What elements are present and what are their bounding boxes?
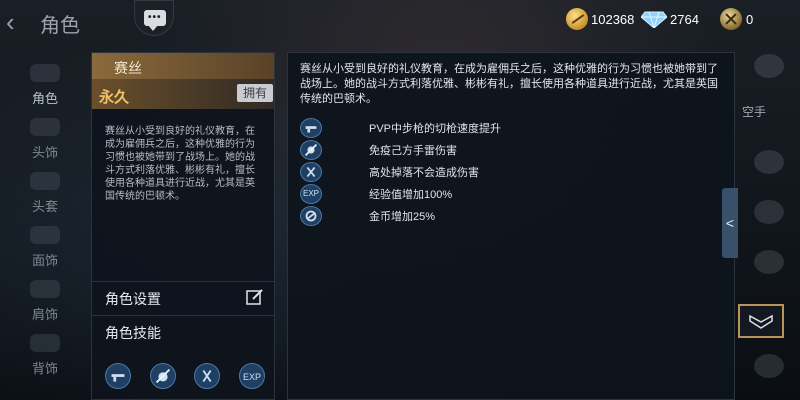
- duration-label: 永久: [99, 89, 130, 106]
- settings-label: 角色设置: [105, 291, 161, 307]
- equipment-icon: [754, 150, 784, 174]
- chat-dots: •••: [148, 12, 162, 23]
- character-description: 赛丝从小受到良好的礼仪教育，在成为雇佣兵之后，这种优雅的行为习惯也被她带到了战场…: [105, 126, 255, 202]
- character-detail-panel: 赛丝从小受到良好的礼仪教育，在成为雇佣兵之后，这种优雅的行为习惯也被她带到了战场…: [287, 52, 735, 400]
- right-slot-item-4[interactable]: [738, 348, 800, 384]
- role-icon: [30, 64, 60, 82]
- nav-item-shoulder[interactable]: 肩饰: [18, 280, 72, 328]
- nav-item-role[interactable]: 角色: [18, 64, 72, 112]
- gold-coin-icon: [566, 8, 588, 30]
- skills-label: 角色技能: [105, 325, 161, 341]
- owned-badge: 拥有: [237, 84, 273, 102]
- unarmed-label: 空手: [742, 105, 767, 119]
- nav-item-headwear[interactable]: 头饰: [18, 118, 72, 166]
- skill-text: 免疫己方手雷伤害: [369, 145, 457, 157]
- skill-row: 免疫己方手雷伤害: [300, 139, 720, 161]
- skill-text: PVP中步枪的切枪速度提升: [369, 123, 502, 135]
- right-slot-weapon[interactable]: [738, 48, 800, 84]
- diamond-icon: [641, 11, 667, 28]
- shoulder-icon: [30, 280, 60, 298]
- gun-skill-icon: [300, 118, 322, 138]
- skill-row: 金币增加25%: [300, 205, 720, 227]
- nav-label: 肩饰: [31, 307, 58, 322]
- skill-list: PVP中步枪的切枪速度提升 免疫己方手雷伤害 高处掉落不会造成伤害 EXP 经验…: [300, 117, 720, 227]
- page-title: 角色: [40, 15, 80, 37]
- nav-label: 面饰: [31, 253, 58, 268]
- gold-amount: 102368: [591, 11, 635, 27]
- right-slot-selected[interactable]: [738, 304, 784, 338]
- character-skills-row: 角色技能: [92, 315, 274, 345]
- nav-label: 头套: [31, 199, 58, 214]
- backpack-icon: [30, 334, 60, 352]
- top-bar: ‹ 角色 ••• 102368 2764 0: [0, 0, 800, 44]
- nav-item-back[interactable]: 背饰: [18, 334, 72, 382]
- gun-skill-icon[interactable]: [105, 363, 131, 389]
- diamond-amount: 2764: [670, 11, 699, 27]
- character-settings-row[interactable]: 角色设置: [92, 281, 274, 311]
- right-slot-item-2[interactable]: [738, 194, 800, 230]
- back-button[interactable]: ‹: [6, 8, 36, 38]
- face-mask-icon: [30, 226, 60, 244]
- right-slot-item-1[interactable]: [738, 144, 800, 180]
- skill-icon-row: EXP: [105, 363, 265, 391]
- fall-immune-icon[interactable]: [194, 363, 221, 389]
- gold-currency[interactable]: 102368: [566, 8, 634, 30]
- right-slot-item-3[interactable]: [738, 244, 800, 280]
- headwear-icon: [30, 118, 60, 136]
- ammo-amount: 0: [746, 11, 754, 27]
- character-card: 赛丝 永久 拥有 赛丝从小受到良好的礼仪教育，在成为雇佣兵之后，这种优雅的行为习…: [91, 52, 275, 400]
- mask-icon: [749, 314, 773, 329]
- exp-boost-icon[interactable]: EXP: [238, 363, 265, 389]
- crossed-bullets-icon: [720, 8, 742, 30]
- weapon-icon: [754, 54, 784, 78]
- card-ownership-row: 永久 拥有: [92, 79, 274, 109]
- edit-icon[interactable]: [246, 288, 264, 306]
- skill-text: 金币增加25%: [369, 211, 436, 223]
- mine-immune-icon: [300, 140, 322, 160]
- chat-button[interactable]: •••: [134, 0, 174, 36]
- left-category-nav: 角色 头饰 头套 面饰 肩饰 背饰: [0, 56, 90, 400]
- diamond-currency[interactable]: 2764: [641, 8, 699, 30]
- skill-row: EXP 经验值增加100%: [300, 183, 720, 205]
- nav-item-hood[interactable]: 头套: [18, 172, 72, 220]
- fall-immune-icon: [300, 162, 322, 182]
- detail-description: 赛丝从小受到良好的礼仪教育，在成为雇佣兵之后，这种优雅的行为习惯也被她带到了战场…: [300, 63, 718, 105]
- skill-text: 高处掉落不会造成伤害: [369, 167, 479, 179]
- right-equipment-strip: 空手: [738, 44, 800, 400]
- nav-label: 头饰: [31, 145, 58, 160]
- equipment-icon: [754, 250, 784, 274]
- mine-immune-icon[interactable]: [149, 363, 176, 389]
- skill-row: 高处掉落不会造成伤害: [300, 161, 720, 183]
- ammo-currency[interactable]: 0: [720, 8, 753, 30]
- card-header: 赛丝: [92, 53, 274, 79]
- panel-collapse-tab[interactable]: <: [722, 188, 738, 258]
- equipment-icon: [754, 354, 784, 378]
- equipment-icon: [754, 200, 784, 224]
- right-slot-unarmed[interactable]: 空手: [738, 94, 800, 130]
- back-arrow-icon: ‹: [6, 7, 15, 37]
- chevron-left-icon: <: [725, 215, 735, 231]
- exp-glyph: EXP: [302, 189, 319, 198]
- character-name: 赛丝: [114, 60, 142, 76]
- exp-glyph: EXP: [242, 372, 261, 382]
- nav-label: 角色: [31, 91, 58, 106]
- skill-text: 经验值增加100%: [369, 189, 453, 201]
- exp-boost-icon: EXP: [300, 184, 322, 204]
- nav-item-face[interactable]: 面饰: [18, 226, 72, 274]
- nav-label: 背饰: [31, 361, 58, 376]
- gold-boost-icon: [300, 206, 322, 226]
- hood-icon: [30, 172, 60, 190]
- skill-row: PVP中步枪的切枪速度提升: [300, 117, 720, 139]
